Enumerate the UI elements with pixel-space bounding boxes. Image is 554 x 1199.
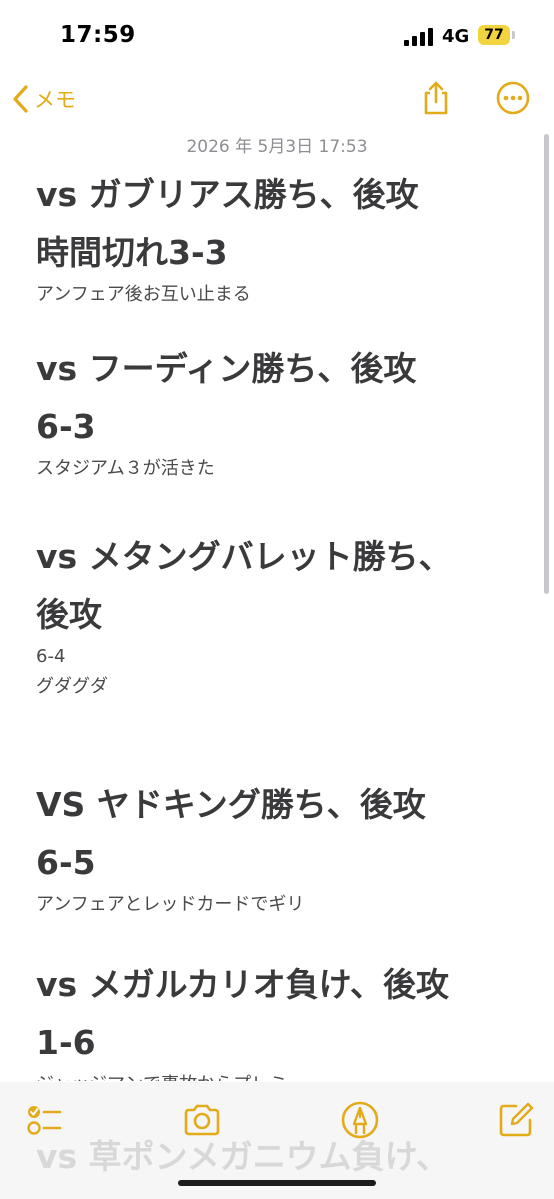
match-title: vs フーディン勝ち、後攻	[36, 349, 417, 388]
battery-icon: 77	[478, 25, 518, 47]
match-title: 1-6	[36, 1023, 96, 1062]
match-title: vs ガブリアス勝ち、後攻	[36, 175, 419, 214]
compose-icon[interactable]	[496, 1100, 536, 1140]
match-title: vs メガルカリオ負け、後攻	[36, 965, 450, 1004]
match-comment: アンフェア後お互い止まる	[36, 284, 251, 305]
match-title: 時間切れ3-3	[36, 233, 228, 272]
markup-pen-icon[interactable]	[340, 1100, 380, 1140]
status-time: 17:59	[60, 22, 136, 48]
camera-icon[interactable]	[182, 1100, 222, 1140]
match-title: 後攻	[36, 595, 102, 634]
match-title: vs メタングバレット勝ち、	[36, 537, 452, 576]
chevron-left-icon	[13, 85, 28, 113]
match-comment: スタジアム３が活きた	[36, 458, 215, 479]
match-entry: vs ガブリアス勝ち、後攻 時間切れ3-3 アンフェア後お互い止まる	[36, 164, 516, 310]
checklist-icon[interactable]	[24, 1100, 64, 1140]
home-indicator[interactable]	[178, 1180, 376, 1186]
battery-level: 77	[484, 27, 504, 43]
match-entry: vs メタングバレット勝ち、 後攻 6-4 グダグダ	[36, 526, 516, 702]
status-bar: 17:59 4G 77	[0, 0, 554, 76]
network-type: 4G	[442, 26, 470, 47]
more-options-icon[interactable]	[495, 80, 531, 116]
scrollbar[interactable]	[544, 134, 549, 594]
match-entry: vs メガルカリオ負け、後攻 1-6 ジャッジマンで事故からプレミ	[36, 954, 516, 1081]
match-title: 6-3	[36, 407, 96, 446]
cellular-signal-icon	[404, 28, 433, 46]
match-comment: ジャッジマンで事故からプレミ	[36, 1070, 516, 1081]
note-body[interactable]: vs ガブリアス勝ち、後攻 時間切れ3-3 アンフェア後お互い止まる vs フー…	[36, 164, 516, 1081]
match-comment: 6-4	[36, 646, 66, 667]
match-comment: グダグダ	[36, 676, 108, 697]
match-comment: アンフェアとレッドカードでギリ	[36, 894, 305, 915]
back-button-label: メモ	[34, 88, 76, 112]
match-title: VS ヤドキング勝ち、後攻	[36, 785, 426, 824]
note-scroll-area[interactable]: 2026 年 5月3日 17:53 vs ガブリアス勝ち、後攻 時間切れ3-3 …	[0, 126, 554, 1081]
note-date: 2026 年 5月3日 17:53	[186, 137, 368, 157]
match-entry: vs フーディン勝ち、後攻 6-3 スタジアム３が活きた	[36, 338, 516, 484]
match-title: 6-5	[36, 843, 96, 882]
note-overflow-text: vs 草ポンメガニウム負け、	[36, 1137, 450, 1176]
share-icon[interactable]	[418, 80, 454, 116]
match-entry: VS ヤドキング勝ち、後攻 6-5 アンフェアとレッドカードでギリ	[36, 774, 516, 920]
back-button[interactable]: メモ	[12, 82, 76, 116]
